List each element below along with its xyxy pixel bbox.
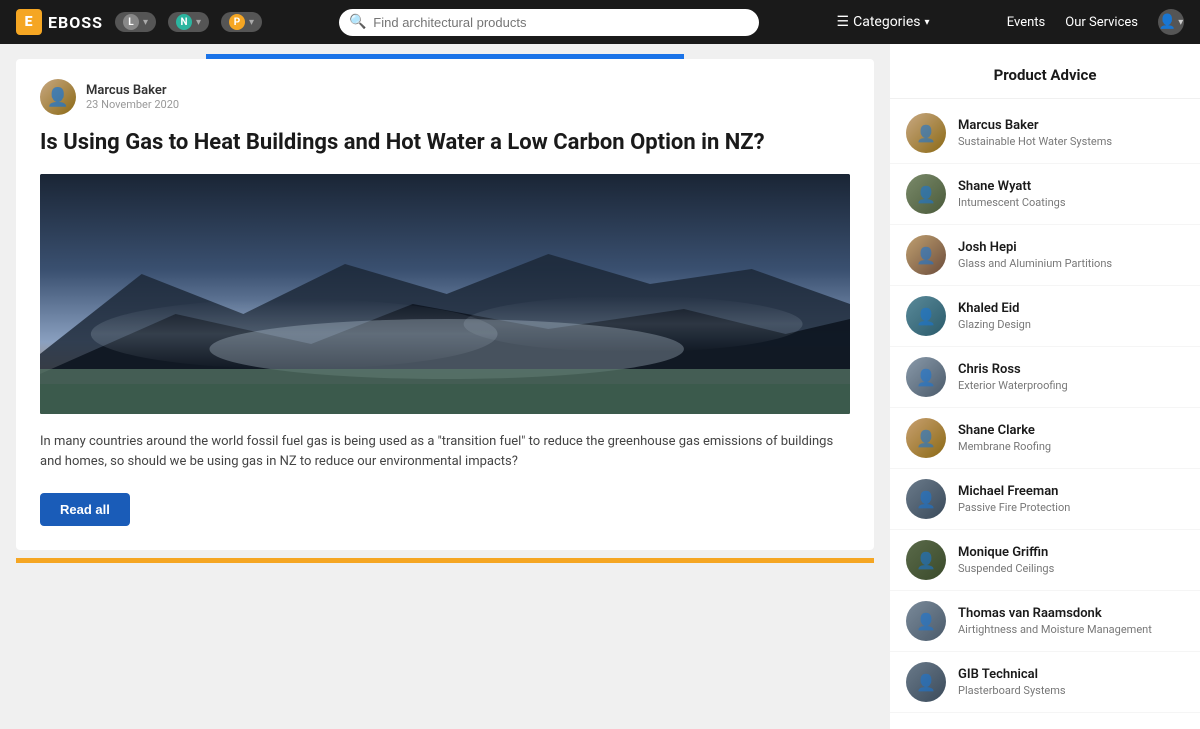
advisor-info: Marcus Baker Sustainable Hot Water Syste… [958,118,1112,148]
sidebar: Product Advice 👤 Marcus Baker Sustainabl… [890,44,1200,729]
chevron-icon: ▾ [249,17,254,28]
advisor-name: Thomas van Raamsdonk [958,606,1152,621]
read-all-button[interactable]: Read all [40,493,130,526]
chevron-icon: ▾ [196,17,201,28]
advisor-info: Monique Griffin Suspended Ceilings [958,545,1054,575]
advisor-item[interactable]: 👤 Khaled Eid Glazing Design [890,286,1200,347]
dot-l: L [123,14,139,30]
events-link[interactable]: Events [1007,15,1045,30]
sidebar-title: Product Advice [890,60,1200,99]
advisor-name: Marcus Baker [958,118,1112,133]
advisor-info: Josh Hepi Glass and Aluminium Partitions [958,240,1112,270]
advisor-name: Chris Ross [958,362,1068,377]
advisor-name: Shane Clarke [958,423,1051,438]
main-content: 👤 Marcus Baker 23 November 2020 Is Using… [0,44,890,729]
logo-text: EBOSS [48,13,103,32]
page-layout: 👤 Marcus Baker 23 November 2020 Is Using… [0,44,1200,729]
badge-n[interactable]: N ▾ [168,12,209,32]
advisor-avatar: 👤 [906,357,946,397]
advisor-specialty: Suspended Ceilings [958,562,1054,575]
advisor-avatar: 👤 [906,479,946,519]
advisor-item[interactable]: 👤 Chris Ross Exterior Waterproofing [890,347,1200,408]
advisor-name: Michael Freeman [958,484,1070,499]
advisor-name: Khaled Eid [958,301,1031,316]
categories-label: Categories [853,14,920,30]
menu-icon: ☰ [837,14,850,30]
author-info: Marcus Baker 23 November 2020 [86,83,179,111]
advisor-specialty: Membrane Roofing [958,440,1051,453]
advisor-specialty: Plasterboard Systems [958,684,1066,697]
advisor-info: Michael Freeman Passive Fire Protection [958,484,1070,514]
author-avatar: 👤 [40,79,76,115]
article-body: In many countries around the world fossi… [40,432,850,474]
chevron-icon: ▾ [143,17,148,28]
advisor-avatar: 👤 [906,174,946,214]
user-menu[interactable]: 👤 ▾ [1158,9,1184,35]
advisor-specialty: Passive Fire Protection [958,501,1070,514]
badge-p[interactable]: P ▾ [221,12,262,32]
chevron-down-icon: ▾ [1178,17,1183,28]
advisor-specialty: Sustainable Hot Water Systems [958,135,1112,148]
author-name: Marcus Baker [86,83,179,98]
article-title: Is Using Gas to Heat Buildings and Hot W… [40,129,850,158]
advisor-info: Shane Wyatt Intumescent Coatings [958,179,1066,209]
badge-l[interactable]: L ▾ [115,12,156,32]
advisor-item[interactable]: 👤 Shane Clarke Membrane Roofing [890,408,1200,469]
author-date: 23 November 2020 [86,98,179,111]
dot-n: N [176,14,192,30]
services-link[interactable]: Our Services [1065,15,1138,30]
user-icon: 👤 [1159,14,1176,30]
advisor-item[interactable]: 👤 Michael Freeman Passive Fire Protectio… [890,469,1200,530]
advisor-item[interactable]: 👤 Shane Wyatt Intumescent Coatings [890,164,1200,225]
advisor-info: GIB Technical Plasterboard Systems [958,667,1066,697]
article-card: 👤 Marcus Baker 23 November 2020 Is Using… [16,59,874,550]
search-icon: 🔍 [349,14,366,30]
advisor-info: Shane Clarke Membrane Roofing [958,423,1051,453]
advisor-avatar: 👤 [906,418,946,458]
advisor-specialty: Airtightness and Moisture Management [958,623,1152,636]
advisor-info: Chris Ross Exterior Waterproofing [958,362,1068,392]
advisor-item[interactable]: 👤 Thomas van Raamsdonk Airtightness and … [890,591,1200,652]
author-row: 👤 Marcus Baker 23 November 2020 [40,79,850,115]
advisor-info: Thomas van Raamsdonk Airtightness and Mo… [958,606,1152,636]
dot-p: P [229,14,245,30]
person-icon: 👤 [40,79,76,115]
advisor-name: Shane Wyatt [958,179,1066,194]
advisor-avatar: 👤 [906,540,946,580]
advisors-list: 👤 Marcus Baker Sustainable Hot Water Sys… [890,103,1200,713]
advisor-specialty: Exterior Waterproofing [958,379,1068,392]
advisor-item[interactable]: 👤 Monique Griffin Suspended Ceilings [890,530,1200,591]
chevron-down-icon: ▾ [924,17,929,28]
advisor-info: Khaled Eid Glazing Design [958,301,1031,331]
advisor-avatar: 👤 [906,296,946,336]
article-image [40,174,850,414]
categories-button[interactable]: ☰ Categories ▾ [837,14,930,30]
landscape-svg [40,174,850,414]
advisor-avatar: 👤 [906,113,946,153]
logo[interactable]: E EBOSS [16,9,103,35]
advisor-name: Monique Griffin [958,545,1054,560]
advisor-specialty: Intumescent Coatings [958,196,1066,209]
advisor-avatar: 👤 [906,235,946,275]
advisor-specialty: Glass and Aluminium Partitions [958,257,1112,270]
search-wrap: 🔍 [339,9,759,36]
header: E EBOSS L ▾ N ▾ P ▾ 🔍 ☰ Categories ▾ Eve… [0,0,1200,44]
advisor-item[interactable]: 👤 Marcus Baker Sustainable Hot Water Sys… [890,103,1200,164]
logo-icon: E [16,9,42,35]
advisor-specialty: Glazing Design [958,318,1031,331]
advisor-item[interactable]: 👤 GIB Technical Plasterboard Systems [890,652,1200,713]
search-input[interactable] [339,9,759,36]
header-nav: Events Our Services 👤 ▾ [1007,9,1184,35]
advisor-item[interactable]: 👤 Josh Hepi Glass and Aluminium Partitio… [890,225,1200,286]
accent-bar-yellow [16,558,874,563]
advisor-avatar: 👤 [906,601,946,641]
advisor-avatar: 👤 [906,662,946,702]
advisor-name: Josh Hepi [958,240,1112,255]
